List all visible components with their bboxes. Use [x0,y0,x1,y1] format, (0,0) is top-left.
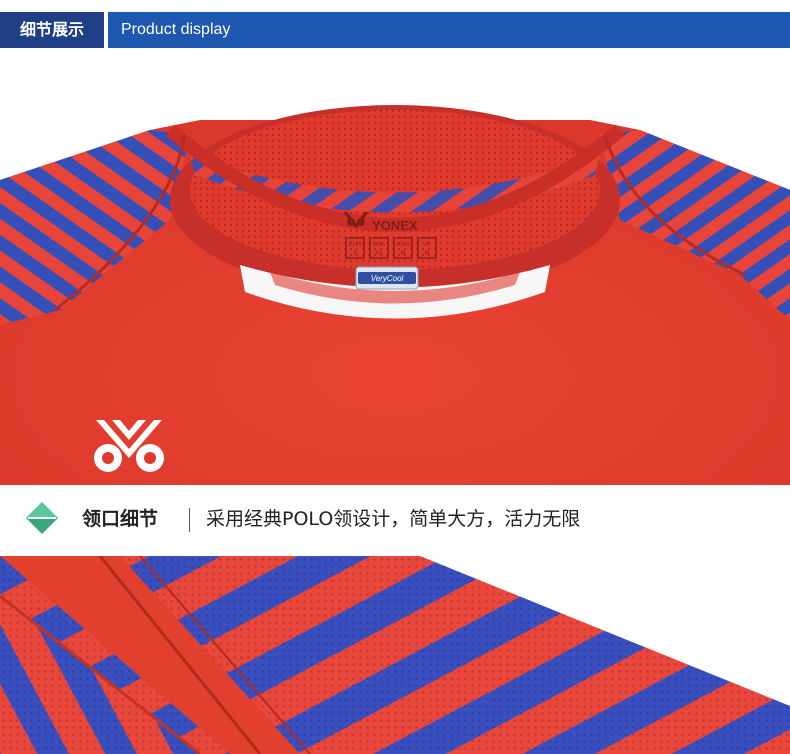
section-header: 细节展示 Product display [0,12,790,48]
header-divider [104,12,108,48]
label-region-2: ASIA [396,242,410,248]
label-brand-text: YONEX [372,218,418,233]
caption-row: 领口细节 采用经典POLO领设计，简单大方，活力无限 [0,496,790,542]
caption-divider [189,508,190,532]
collar-detail-photo: YONEX EUR USA ASIA JP S XS M M VeryCool [0,60,790,485]
caption-description: 采用经典POLO领设计，简单大方，活力无限 [206,508,581,530]
caption-title: 领口细节 [82,508,159,530]
label-region-3: JP [423,242,430,248]
tech-badge-text: VeryCool [371,274,404,283]
sleeve-detail-photo [0,556,790,754]
diamond-icon [26,502,58,534]
label-size-1: XS [375,251,383,257]
section-title-en: Product display [121,21,231,38]
label-region-1: USA [373,242,385,248]
label-size-3: M [425,251,430,257]
label-region-0: EUR [349,242,362,248]
section-title-cn: 细节展示 [0,12,104,48]
label-size-0: S [353,251,357,257]
label-size-2: M [401,251,406,257]
